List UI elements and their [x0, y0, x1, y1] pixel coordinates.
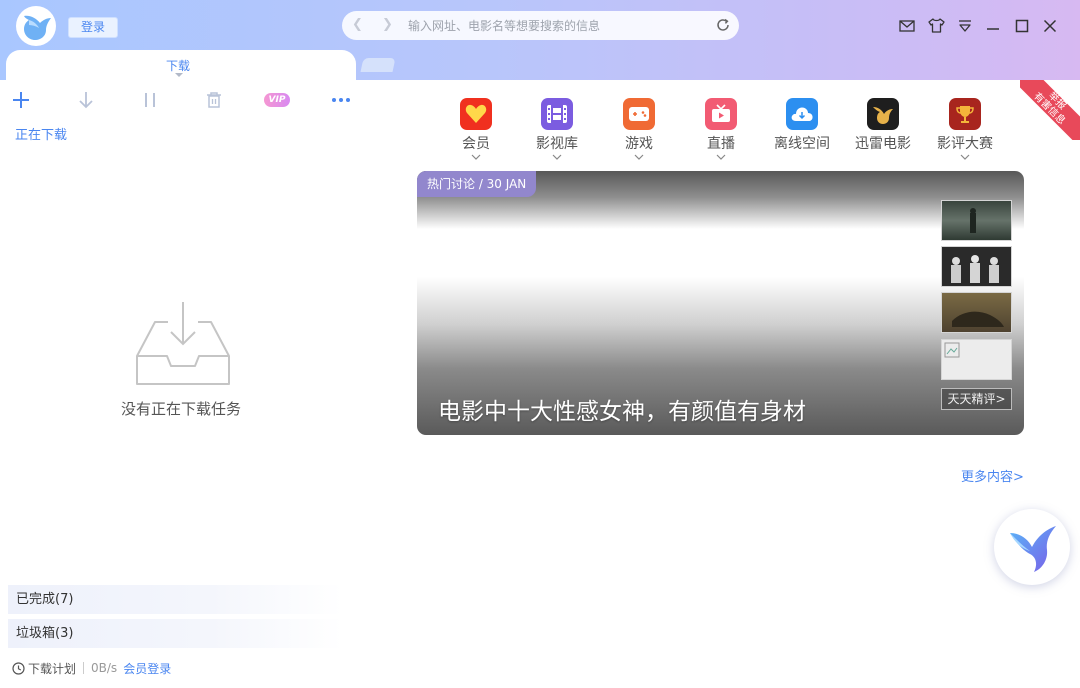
banner-tag: 热门讨论 / 30 JAN — [417, 171, 537, 197]
download-plan-link[interactable]: 下载计划 — [28, 660, 76, 677]
chevron-down-icon — [471, 154, 481, 160]
banner-title[interactable]: 电影中十大性感女神，有颜值有身材 — [438, 392, 806, 426]
banner-thumbnail[interactable] — [941, 200, 1012, 241]
category-review-contest[interactable]: 影评大赛 — [930, 98, 1000, 160]
back-icon[interactable]: ❮ — [352, 17, 363, 32]
tab-caret-icon — [175, 73, 183, 77]
category-offline-space[interactable]: 离线空间 — [767, 98, 837, 153]
more-icon[interactable] — [331, 91, 351, 113]
chevron-down-icon — [634, 154, 644, 160]
chevron-down-icon — [960, 154, 970, 160]
plus-icon[interactable] — [12, 91, 30, 113]
status-divider — [83, 662, 85, 674]
banner-thumbnail-broken[interactable] — [941, 339, 1012, 380]
minimize-icon[interactable] — [986, 18, 1000, 37]
trash-category[interactable]: 垃圾箱(3) — [8, 619, 343, 648]
pause-icon[interactable] — [143, 91, 157, 113]
more-content-link[interactable]: 更多内容> — [961, 466, 1024, 485]
tv-icon — [705, 98, 737, 130]
tab-download-label[interactable]: 下载 — [166, 57, 190, 74]
menu-dropdown-icon[interactable] — [957, 18, 973, 37]
category-label: 直播 — [707, 136, 735, 152]
forward-icon[interactable]: ❯ — [382, 17, 393, 32]
bird-icon — [1010, 526, 1056, 572]
category-member[interactable]: 会员 — [441, 98, 511, 160]
category-label: 会员 — [462, 136, 490, 152]
tab-new[interactable] — [360, 58, 396, 72]
report-harmful-ribbon[interactable]: 举报 有害信息 — [1020, 80, 1080, 140]
category-games[interactable]: 游戏 — [604, 98, 674, 160]
address-bar[interactable]: ❮ ❯ — [342, 11, 739, 40]
empty-inbox-icon — [135, 300, 231, 392]
category-film-library[interactable]: 影视库 — [522, 98, 592, 160]
daily-review-button[interactable]: 天天精评> — [941, 388, 1012, 410]
completed-category[interactable]: 已完成(7) — [8, 585, 343, 614]
cloud-icon — [786, 98, 818, 130]
vip-icon[interactable]: VIP — [264, 93, 290, 107]
downloading-section-label[interactable]: 正在下载 — [15, 124, 67, 143]
member-login-link[interactable]: 会员登录 — [123, 660, 171, 677]
category-xunlei-movies[interactable]: 迅雷电影 — [848, 98, 918, 153]
bird-icon — [867, 98, 899, 130]
category-label: 迅雷电影 — [855, 136, 911, 152]
download-speed: 0B/s — [91, 661, 118, 675]
close-icon[interactable] — [1043, 18, 1057, 37]
category-label: 游戏 — [625, 136, 653, 152]
login-button[interactable]: 登录 — [68, 17, 118, 38]
trophy-icon — [949, 98, 981, 130]
chevron-down-icon — [716, 154, 726, 160]
banner-thumbnail[interactable] — [941, 246, 1012, 287]
category-label: 影视库 — [536, 136, 578, 152]
member-heart-icon — [460, 98, 492, 130]
banner-thumbnail[interactable] — [941, 292, 1012, 333]
maximize-icon[interactable] — [1015, 18, 1029, 37]
film-icon — [541, 98, 573, 130]
thunder-assistant-button[interactable] — [994, 509, 1070, 585]
thunder-bird-logo-icon — [24, 15, 51, 40]
mail-icon[interactable] — [899, 18, 915, 37]
category-live[interactable]: 直播 — [686, 98, 756, 160]
app-logo[interactable] — [16, 6, 56, 46]
address-input[interactable] — [408, 15, 704, 36]
skin-shirt-icon[interactable] — [928, 18, 945, 37]
clock-icon — [12, 661, 25, 675]
category-label: 影评大赛 — [937, 136, 993, 152]
trash-icon[interactable] — [206, 91, 222, 113]
download-arrow-icon[interactable] — [78, 91, 94, 113]
category-label: 离线空间 — [774, 136, 830, 152]
refresh-icon[interactable] — [715, 17, 731, 37]
report-ribbon-container: 举报 有害信息 — [1020, 80, 1080, 140]
gamepad-icon — [623, 98, 655, 130]
empty-state-text: 没有正在下载任务 — [120, 400, 241, 418]
chevron-down-icon — [552, 154, 562, 160]
featured-banner[interactable]: 热门讨论 / 30 JAN 电影中十大性感女神，有颜值有身材 天天精评> — [417, 171, 1024, 435]
status-bar: 下载计划 0B/s 会员登录 — [12, 659, 171, 677]
